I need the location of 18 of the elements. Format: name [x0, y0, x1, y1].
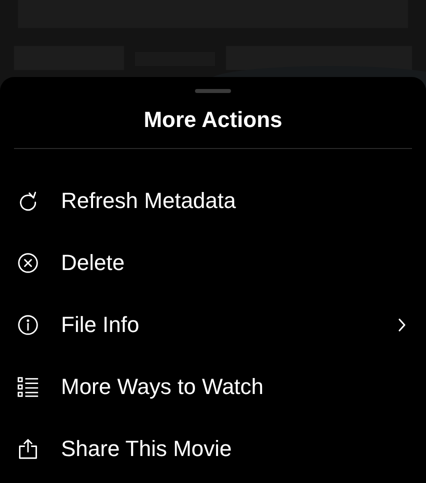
menu-item-label: Refresh Metadata [61, 188, 237, 214]
menu-item[interactable]: More Ways to Watch [14, 356, 412, 418]
close-circle-icon [17, 252, 39, 274]
menu-item-label: Delete [61, 250, 126, 276]
drag-handle[interactable] [195, 89, 231, 93]
share-icon [17, 438, 39, 460]
menu-item-label: File Info [61, 312, 140, 338]
menu-item[interactable]: Share This Movie [14, 418, 412, 480]
menu-item-label: More Ways to Watch [61, 374, 265, 400]
menu-item[interactable]: Delete [14, 232, 412, 294]
chevron-right-icon [398, 318, 406, 332]
sheet-title: More Actions [142, 107, 284, 133]
menu-item-label: Share This Movie [61, 436, 233, 462]
menu-item[interactable]: Refresh Metadata [14, 170, 412, 232]
menu-item[interactable]: File Info [14, 294, 412, 356]
refresh-icon [17, 190, 39, 212]
list-icon [17, 376, 39, 398]
info-icon [17, 314, 39, 336]
